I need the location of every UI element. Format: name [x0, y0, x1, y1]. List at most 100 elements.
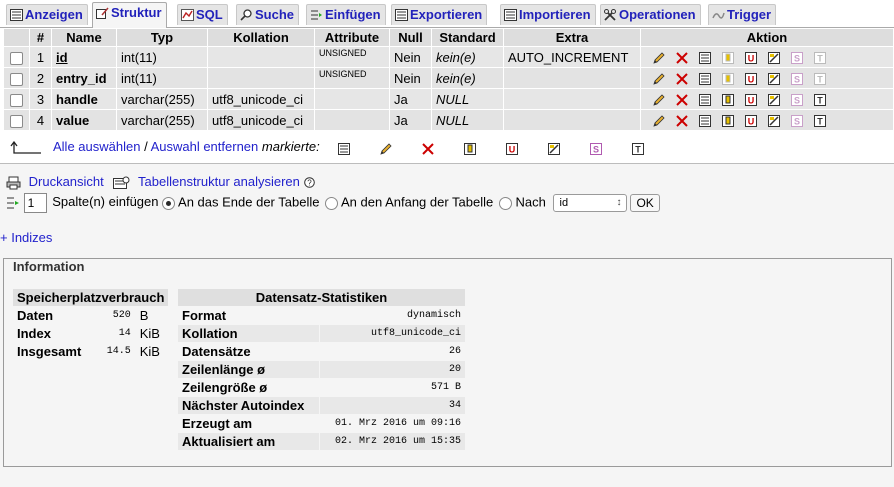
column-count-input[interactable]: 1: [23, 193, 47, 213]
row-checkbox[interactable]: [10, 51, 23, 65]
after-field-select[interactable]: id: [552, 194, 627, 212]
unique-icon[interactable]: U: [744, 51, 758, 65]
select-all-link[interactable]: Alle auswählen: [53, 139, 140, 154]
action-slot: S: [785, 91, 808, 107]
delete-icon[interactable]: [675, 72, 689, 86]
primary-key-icon[interactable]: [721, 93, 735, 107]
action-slot: [647, 70, 670, 86]
action-slot: [762, 91, 785, 107]
header-attributes[interactable]: Attribute: [315, 29, 389, 46]
header-collation[interactable]: Kollation: [208, 29, 314, 46]
primary-key-icon[interactable]: [721, 51, 735, 65]
header-extra[interactable]: Extra: [504, 29, 640, 46]
primary-key-icon[interactable]: [721, 114, 735, 128]
edit-icon[interactable]: [652, 72, 666, 86]
tab-import[interactable]: Importieren: [500, 4, 596, 25]
delete-icon[interactable]: [675, 93, 689, 107]
column-type: varchar(255): [117, 110, 207, 130]
index-icon[interactable]: [767, 72, 781, 86]
edit-icon[interactable]: [379, 142, 393, 156]
primary-key-icon[interactable]: [463, 142, 477, 156]
search-icon: [240, 9, 252, 21]
bulk-actions: UST: [337, 140, 673, 156]
analyze-structure-link[interactable]: Tabellenstruktur analysieren: [138, 174, 300, 189]
header-default[interactable]: Standard: [432, 29, 503, 46]
tab-structure[interactable]: Struktur: [92, 2, 167, 28]
column-null: Nein: [390, 68, 431, 88]
action-slot: [647, 112, 670, 128]
header-checkbox: [4, 29, 29, 46]
svg-text:T: T: [817, 95, 823, 105]
fulltext-icon[interactable]: T: [813, 51, 827, 65]
statistics-value: 01. Mrz 2016 um 09:16: [319, 415, 465, 432]
tab-browse[interactable]: Anzeigen: [6, 4, 88, 25]
column-type: int(11): [117, 68, 207, 88]
tab-export[interactable]: Exportieren: [391, 4, 488, 25]
spatial-icon[interactable]: S: [589, 142, 603, 156]
space-row: Index 14 KiB: [13, 325, 169, 342]
unique-icon[interactable]: U: [744, 93, 758, 107]
browse-values-icon[interactable]: [698, 93, 712, 107]
index-icon[interactable]: [767, 93, 781, 107]
browse-values-icon[interactable]: [337, 142, 351, 156]
index-icon[interactable]: [547, 142, 561, 156]
unique-icon[interactable]: U: [744, 114, 758, 128]
action-slot: [670, 70, 693, 86]
deselect-all-link[interactable]: Auswahl entfernen: [151, 139, 259, 154]
tab-trigger[interactable]: Trigger: [708, 4, 777, 25]
fulltext-icon[interactable]: T: [813, 114, 827, 128]
spatial-icon[interactable]: S: [790, 93, 804, 107]
browse-values-icon[interactable]: [698, 72, 712, 86]
action-slot: [716, 49, 739, 65]
row-checkbox[interactable]: [10, 93, 23, 107]
row-checkbox[interactable]: [10, 72, 23, 86]
row-checkbox[interactable]: [10, 114, 23, 128]
space-unit: KiB: [135, 325, 169, 342]
index-icon[interactable]: [767, 51, 781, 65]
edit-icon[interactable]: [652, 51, 666, 65]
edit-icon[interactable]: [652, 93, 666, 107]
unique-icon[interactable]: U: [744, 72, 758, 86]
spatial-icon[interactable]: S: [790, 114, 804, 128]
indexes-toggle-link[interactable]: + Indizes: [0, 230, 52, 245]
tab-insert[interactable]: Einfügen: [306, 4, 386, 25]
fulltext-icon[interactable]: T: [813, 72, 827, 86]
statistics-row: Datensätze 26: [178, 343, 465, 360]
action-slot: [693, 49, 716, 65]
tab-sql[interactable]: SQL: [177, 4, 228, 25]
action-slot: [762, 70, 785, 86]
radio-at-start[interactable]: [325, 196, 339, 210]
header-null[interactable]: Null: [390, 29, 431, 46]
fulltext-icon[interactable]: T: [813, 93, 827, 107]
column-extra: [504, 89, 640, 109]
radio-at-end[interactable]: [162, 196, 176, 210]
unique-icon[interactable]: U: [505, 142, 519, 156]
tab-operations[interactable]: Operationen: [600, 4, 701, 25]
index-icon[interactable]: [767, 114, 781, 128]
header-type[interactable]: Typ: [117, 29, 207, 46]
delete-icon[interactable]: [421, 142, 435, 156]
edit-icon[interactable]: [652, 114, 666, 128]
print-view-link[interactable]: Druckansicht: [29, 174, 104, 189]
spatial-icon[interactable]: S: [790, 72, 804, 86]
spatial-icon[interactable]: S: [790, 51, 804, 65]
delete-icon[interactable]: [675, 51, 689, 65]
ok-button[interactable]: OK: [630, 194, 661, 212]
primary-key-icon[interactable]: [721, 72, 735, 86]
radio-after[interactable]: [498, 196, 512, 210]
statistics-row: Aktualisiert am 02. Mrz 2016 um 15:35: [178, 433, 465, 450]
help-icon[interactable]: ?: [303, 177, 315, 188]
delete-icon[interactable]: [675, 114, 689, 128]
tab-search[interactable]: Suche: [236, 4, 300, 25]
statistics-value: utf8_unicode_ci: [319, 325, 465, 342]
statistics-label: Datensätze: [178, 343, 319, 360]
svg-text:S: S: [793, 95, 799, 105]
column-attributes-cell: [315, 89, 389, 109]
column-name: id: [52, 47, 116, 67]
action-slot: [670, 49, 693, 65]
browse-values-icon[interactable]: [698, 114, 712, 128]
header-name[interactable]: Name: [52, 29, 116, 46]
browse-values-icon[interactable]: [698, 51, 712, 65]
marked-label: markierte:: [261, 139, 320, 154]
fulltext-icon[interactable]: T: [631, 142, 645, 156]
